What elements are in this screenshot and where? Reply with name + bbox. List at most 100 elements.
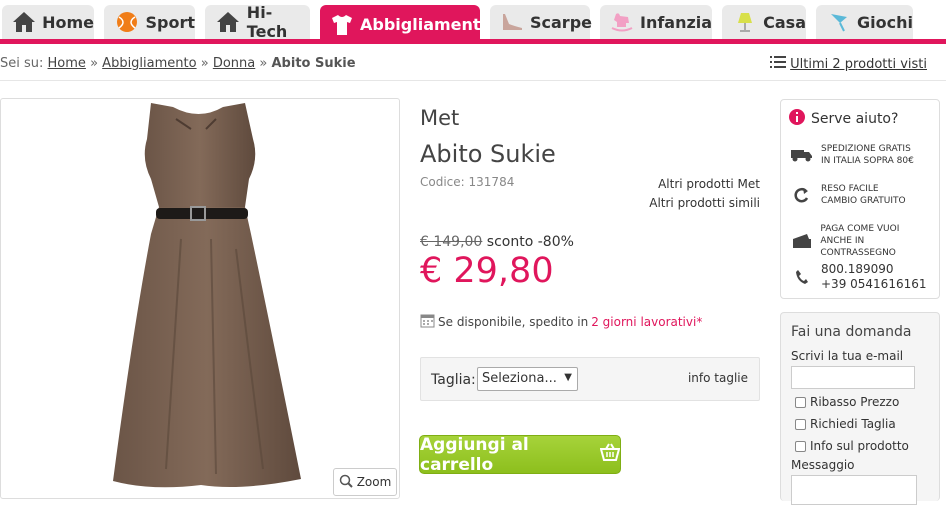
phone-number-alt[interactable]: +39 0541616161 — [821, 277, 927, 292]
list-icon — [770, 56, 787, 72]
payment-icon — [791, 233, 812, 249]
size-selector-box: Taglia: Seleziona... ▼ info taglie — [420, 357, 760, 401]
code-value: 131784 — [468, 175, 515, 189]
old-price-row: € 149,00 sconto -80% — [420, 234, 574, 250]
tab-label: Casa — [763, 12, 806, 32]
checkbox-label: Info sul prodotto — [810, 439, 909, 453]
help-item-line: cambio gratuito — [821, 196, 906, 206]
help-item-line: Spedizione gratis — [821, 144, 911, 154]
tab-giochi[interactable]: Giochi — [816, 5, 913, 39]
recently-viewed-link[interactable]: Ultimi 2 prodotti visti — [770, 56, 927, 72]
help-item-payment: Paga come vuoi anche in contrassegno — [791, 223, 939, 259]
tab-label: Home — [42, 12, 94, 32]
home-icon — [12, 9, 36, 35]
tab-label: Infanzia — [640, 12, 713, 32]
help-item-return: Reso facile cambio gratuito — [791, 183, 906, 207]
tab-label: Hi-Tech — [246, 3, 288, 41]
zoom-button[interactable]: Zoom — [333, 468, 397, 496]
add-to-cart-button[interactable]: Aggiungi al carrello — [419, 434, 621, 475]
rocking-horse-icon — [610, 9, 634, 35]
question-form-title: Fai una domanda — [791, 324, 912, 340]
help-title: Serve aiuto? — [811, 111, 899, 127]
discount-badge: sconto -80% — [486, 234, 574, 250]
divider — [0, 80, 946, 81]
zoom-label: Zoom — [356, 475, 392, 489]
help-item-line: Paga come vuoi — [820, 224, 900, 234]
ball-icon — [114, 9, 139, 35]
current-price: € 29,80 — [420, 251, 554, 291]
basket-icon — [599, 443, 621, 466]
related-links: Altri prodotti Met Altri prodotti simili — [649, 175, 760, 213]
help-title-row: Serve aiuto? — [789, 109, 898, 129]
tab-home[interactable]: Home — [2, 5, 94, 39]
question-form: Fai una domanda Scrivi la tua e-mail Rib… — [780, 312, 940, 505]
breadcrumb-separator: » — [200, 56, 209, 71]
info-icon — [789, 109, 805, 129]
checkbox-label: Richiedi Taglia — [810, 417, 896, 431]
tab-casa[interactable]: Casa — [722, 5, 806, 39]
dropdown-arrow-icon: ▼ — [564, 372, 572, 383]
tab-label: Sport — [145, 12, 195, 32]
tab-label: Abbigliamento — [360, 15, 492, 34]
tab-label: Giochi — [857, 12, 913, 32]
similar-products-link[interactable]: Altri prodotti simili — [649, 194, 760, 213]
breadcrumb-home[interactable]: Home — [48, 56, 86, 71]
tab-hi-tech[interactable]: Hi-Tech — [205, 3, 310, 41]
truck-icon — [791, 148, 813, 162]
product-title: Abito Sukie — [420, 140, 556, 168]
size-select[interactable]: Seleziona... ▼ — [477, 367, 578, 391]
checkbox-label: Ribasso Prezzo — [810, 395, 900, 409]
lamp-icon — [732, 9, 757, 35]
breadcrumb-current: Abito Sukie — [271, 56, 356, 71]
size-select-value: Seleziona... — [482, 371, 557, 386]
add-to-cart-label: Aggiungi al carrello — [420, 434, 529, 475]
kite-icon — [826, 9, 851, 35]
magnifier-icon — [339, 474, 353, 491]
tab-label: Scarpe — [530, 12, 592, 32]
code-label: Codice: — [420, 175, 465, 189]
help-box: Serve aiuto? Spedizione gratis in Italia … — [780, 99, 940, 299]
tab-infanzia[interactable]: Infanzia — [600, 5, 712, 39]
breadcrumb-abbigliamento[interactable]: Abbigliamento — [102, 56, 196, 71]
breadcrumb-donna[interactable]: Donna — [213, 56, 255, 71]
size-label: Taglia: — [431, 372, 476, 388]
size-info-link[interactable]: info taglie — [688, 371, 748, 385]
tab-scarpe[interactable]: Scarpe — [490, 5, 592, 39]
help-item-shipping: Spedizione gratis in Italia sopra 80€ — [791, 143, 914, 167]
category-nav: Home Sport Hi-Tech Abbigliamento Scarpe … — [0, 0, 946, 44]
checkbox-taglia[interactable]: Richiedi Taglia — [795, 417, 896, 431]
shipping-text: Se disponibile, spedito in — [438, 315, 589, 329]
shipping-days: 2 giorni lavorativi* — [591, 315, 703, 329]
checkbox-box[interactable] — [795, 418, 806, 430]
breadcrumb-prefix: Sei su: — [0, 56, 44, 71]
product-code: Codice: 131784 — [420, 175, 514, 189]
checkbox-ribasso[interactable]: Ribasso Prezzo — [795, 395, 899, 409]
breadcrumb-separator: » — [259, 56, 268, 71]
breadcrumb-separator: » — [90, 56, 99, 71]
product-brand: Met — [420, 106, 460, 130]
tshirt-icon — [330, 12, 354, 38]
old-price: € 149,00 — [420, 234, 483, 250]
breadcrumb: Sei su: Home » Abbigliamento » Donna » A… — [0, 56, 356, 71]
shipping-info: Se disponibile, spedito in 2 giorni lavo… — [420, 313, 702, 331]
return-arrow-icon — [791, 187, 813, 203]
home-icon — [215, 9, 241, 35]
help-item-line: anche in contrassegno — [820, 236, 896, 258]
help-item-line: in Italia sopra 80€ — [821, 156, 914, 166]
email-label: Scrivi la tua e-mail — [791, 349, 904, 363]
recently-viewed-label: Ultimi 2 prodotti visti — [790, 56, 927, 72]
email-field[interactable] — [791, 366, 915, 389]
phone-number[interactable]: 800.189090 — [821, 262, 927, 277]
dress-image — [113, 103, 301, 488]
calendar-icon — [420, 313, 435, 331]
phone-icon — [791, 269, 813, 285]
help-item-line: Reso facile — [821, 184, 879, 194]
checkbox-info[interactable]: Info sul prodotto — [795, 439, 909, 453]
help-item-phone: 800.189090 +39 0541616161 — [791, 262, 927, 292]
tab-sport[interactable]: Sport — [104, 5, 195, 39]
checkbox-box[interactable] — [795, 440, 806, 452]
checkbox-box[interactable] — [795, 396, 806, 408]
tab-abbigliamento[interactable]: Abbigliamento — [320, 5, 492, 44]
more-brand-link[interactable]: Altri prodotti Met — [649, 175, 760, 194]
product-image[interactable]: Zoom — [0, 98, 400, 499]
